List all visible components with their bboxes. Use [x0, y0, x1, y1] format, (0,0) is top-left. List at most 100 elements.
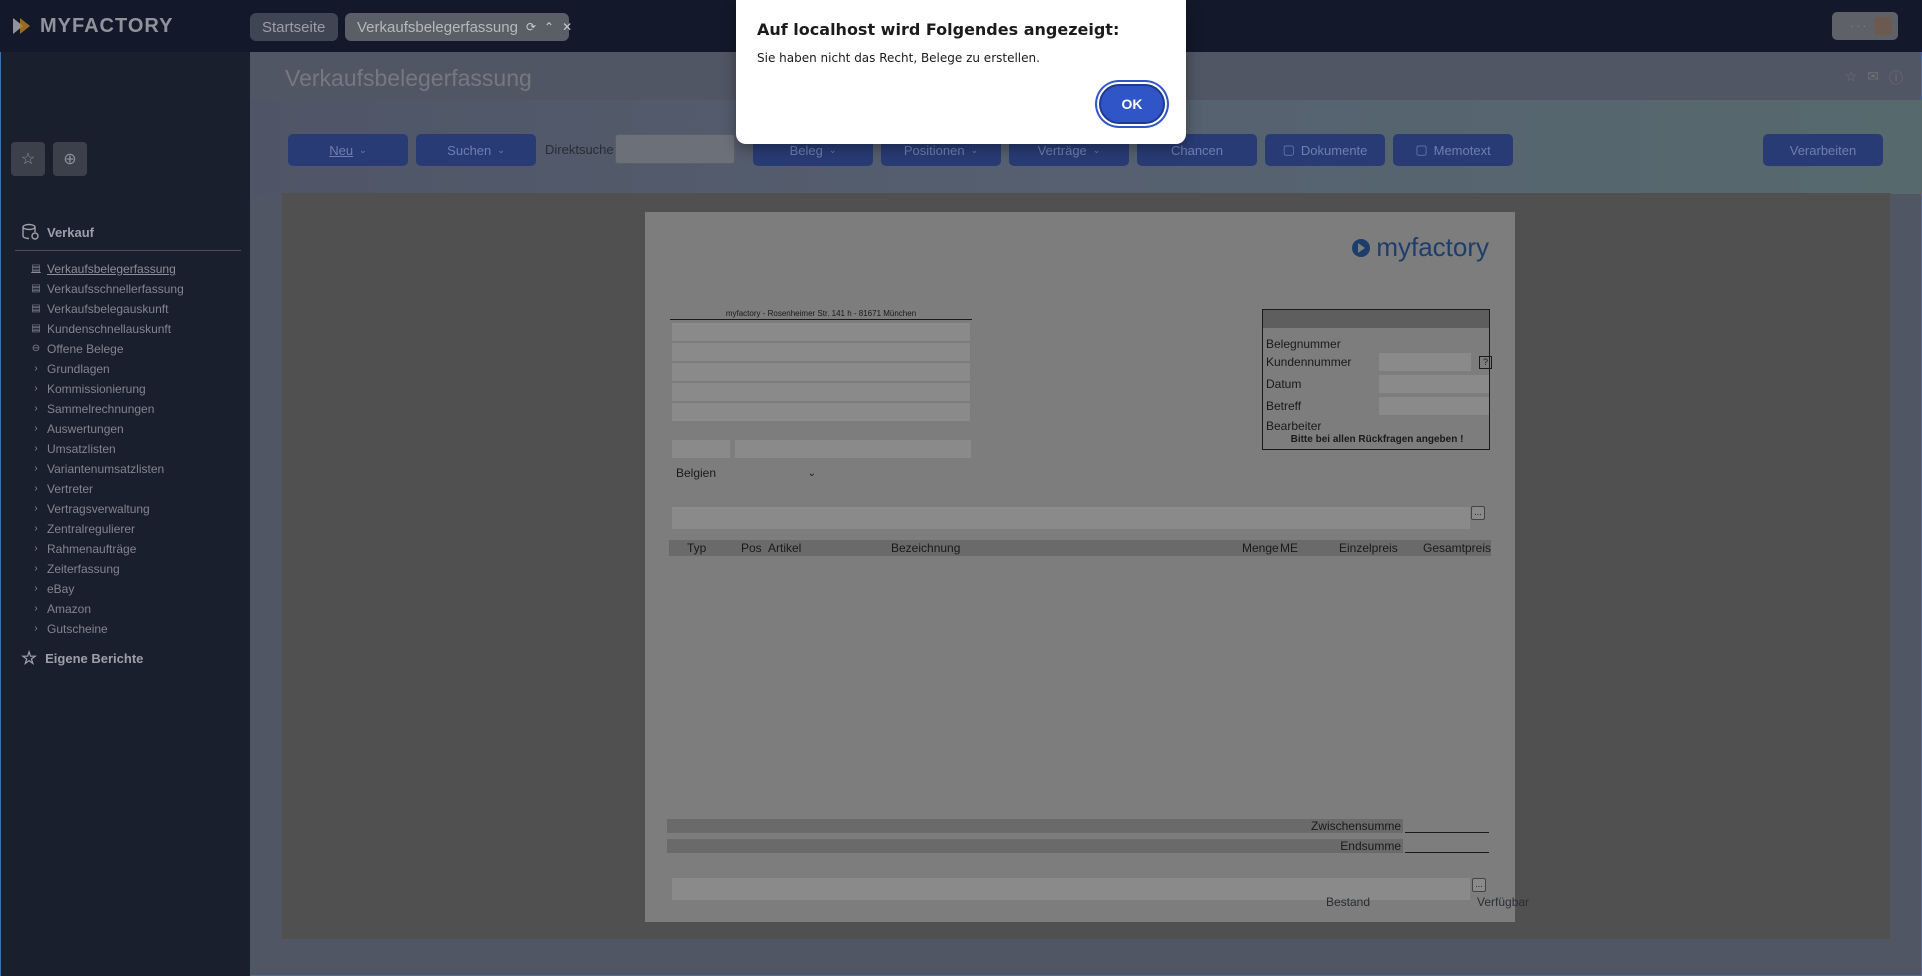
address-field-1[interactable]	[672, 323, 970, 341]
chevron-down-icon: ⌄	[828, 144, 837, 155]
header-icons: ☆ ✉ ⓘ	[1845, 68, 1903, 88]
chevron-right-icon: ›	[34, 623, 38, 634]
chevron-right-icon: ›	[34, 363, 38, 374]
direktsuche-input[interactable]	[615, 134, 735, 164]
sidebar-section-verkauf[interactable]: Verkauf	[21, 223, 94, 241]
belegnummer-label: Belegnummer	[1266, 337, 1341, 351]
button-label: Positionen	[903, 142, 965, 158]
datum-field[interactable]	[1379, 375, 1489, 393]
star-icon: ☆	[21, 648, 38, 668]
add-button[interactable]: ⊕	[53, 142, 87, 176]
col-artikel: Artikel	[768, 541, 802, 555]
suchen-button[interactable]: Suchen ⌄	[416, 134, 536, 166]
document-preview: myfactory myfactory - Rosenheimer Str. 1…	[645, 212, 1515, 922]
betreff-field[interactable]	[1379, 397, 1489, 415]
kundennummer-field[interactable]	[1379, 353, 1471, 371]
refresh-icon[interactable]: ⟳	[526, 20, 536, 34]
ort-field[interactable]	[735, 440, 971, 458]
sidebar-item-verkaufsbelegauskunft[interactable]: ▤ Verkaufsbelegauskunft	[31, 299, 184, 319]
button-label: Beleg	[789, 142, 823, 158]
address-field-3[interactable]	[672, 363, 970, 381]
sidebar-item-label: Offene Belege	[47, 342, 124, 356]
button-label: Chancen	[1170, 142, 1224, 158]
chevron-right-icon: ›	[34, 383, 38, 394]
chevron-right-icon: ›	[34, 423, 38, 434]
mail-icon[interactable]: ✉	[1867, 68, 1879, 88]
chevron-right-icon: ›	[34, 403, 38, 414]
sidebar-item-offene-belege[interactable]: ⊖ Offene Belege	[31, 339, 184, 359]
sidebar-item-verkaufsbelegerfassung[interactable]: ▤ Verkaufsbelegerfassung	[31, 259, 184, 279]
logo-mark-icon	[13, 18, 30, 34]
help-icon[interactable]: ⓘ	[1889, 68, 1903, 88]
database-icon	[22, 223, 39, 240]
sidebar-item-ebay[interactable]: › eBay	[31, 579, 184, 599]
tab-verkaufsbelegerfassung[interactable]: Verkaufsbelegerfassung ⟳ ⌃ ✕	[345, 13, 572, 41]
sidebar-item-label: Vertragsverwaltung	[47, 502, 150, 516]
sidebar-item-label: Zentralregulierer	[47, 522, 136, 536]
dokumente-button[interactable]: ▢ Dokumente	[1265, 134, 1385, 166]
bestand-label: Bestand	[1326, 895, 1371, 909]
chevron-up-icon[interactable]: ⌃	[544, 20, 554, 34]
plz-field[interactable]	[672, 440, 730, 458]
user-dots: · · ·	[1850, 20, 1866, 32]
plus-circle-icon: ⊕	[63, 151, 77, 168]
close-icon[interactable]: ✕	[562, 20, 572, 34]
memotext-button[interactable]: ▢ Memotext	[1393, 134, 1513, 166]
col-pos: Pos	[741, 541, 762, 555]
sidebar-item-zeiterfassung[interactable]: › Zeiterfassung	[31, 559, 184, 579]
tab-startseite[interactable]: Startseite	[250, 13, 338, 41]
address-field-4[interactable]	[672, 383, 970, 401]
header-text-more-button[interactable]: ...	[1471, 506, 1485, 520]
sidebar-item-gutscheine[interactable]: › Gutscheine	[31, 619, 184, 639]
neu-button[interactable]: Neu ⌄	[288, 134, 408, 166]
address-field-5[interactable]	[672, 403, 970, 421]
chevron-down-icon: ⌄	[1092, 144, 1101, 155]
address-field-2[interactable]	[672, 343, 970, 361]
sidebar-item-grundlagen[interactable]: › Grundlagen	[31, 359, 184, 379]
document-logo: myfactory	[1352, 232, 1489, 263]
star-icon[interactable]: ☆	[1845, 68, 1858, 88]
favorites-button[interactable]: ☆	[11, 142, 45, 176]
button-label: Verarbeiten	[1789, 142, 1857, 158]
col-einzelpreis: Einzelpreis	[1339, 541, 1398, 555]
col-typ: Typ	[687, 541, 707, 555]
sidebar-item-umsatzlisten[interactable]: › Umsatzlisten	[31, 439, 184, 459]
ok-button[interactable]: OK	[1099, 84, 1165, 124]
sidebar-item-kommissionierung[interactable]: › Kommissionierung	[31, 379, 184, 399]
app-logo[interactable]: MYFACTORY	[10, 12, 173, 40]
sidebar-item-auswertungen[interactable]: › Auswertungen	[31, 419, 184, 439]
chevron-right-icon: ›	[34, 563, 38, 574]
sidebar-item-vertragsverwaltung[interactable]: › Vertragsverwaltung	[31, 499, 184, 519]
sidebar-item-label: Kundenschnellauskunft	[47, 322, 172, 336]
sidebar-item-vertreter[interactable]: › Vertreter	[31, 479, 184, 499]
sidebar-section-eigene-berichte[interactable]: ☆ Eigene Berichte	[21, 648, 143, 669]
col-bezeichnung: Bezeichnung	[891, 541, 961, 555]
sidebar-item-label: Zeiterfassung	[47, 562, 120, 576]
button-label: Dokumente	[1300, 142, 1368, 158]
header-text-field[interactable]	[672, 507, 1470, 529]
sidebar-item-label: Auswertungen	[47, 422, 124, 436]
sidebar-item-variantenumsatzlisten[interactable]: › Variantenumsatzlisten	[31, 459, 184, 479]
sidebar-item-amazon[interactable]: › Amazon	[31, 599, 184, 619]
sidebar-item-label: eBay	[47, 582, 75, 596]
sidebar-item-kundenschnellauskunft[interactable]: ▤ Kundenschnellauskunft	[31, 319, 184, 339]
user-menu-button[interactable]: · · ·	[1832, 12, 1898, 40]
chevron-right-icon: ›	[34, 463, 38, 474]
chevron-down-icon: ⌄	[807, 467, 816, 479]
clipboard-icon: ▢	[1415, 142, 1428, 157]
logo-text: MYFACTORY	[40, 14, 174, 37]
sidebar: ☆ ⊕ Verkauf ▤ Verkaufsbelegerfassung ▤ Ver…	[0, 52, 250, 976]
sidebar-item-rahmenauftraege[interactable]: › Rahmenaufträge	[31, 539, 184, 559]
verarbeiten-button[interactable]: Verarbeiten	[1763, 134, 1883, 166]
sidebar-item-label: Verkaufsbelegauskunft	[47, 302, 169, 316]
footer-text-more-button[interactable]: ...	[1472, 878, 1486, 892]
sidebar-item-zentralregulierer[interactable]: › Zentralregulierer	[31, 519, 184, 539]
avatar	[1874, 17, 1892, 35]
help-icon[interactable]: ?	[1479, 356, 1492, 369]
sidebar-item-sammelrechnungen[interactable]: › Sammelrechnungen	[31, 399, 184, 419]
direktsuche-label: Direktsuche:	[545, 142, 618, 157]
info-box: Belegnummer Kundennummer ? Datum Betreff…	[1262, 309, 1492, 450]
country-select[interactable]: Belgien ⌄	[672, 463, 820, 483]
sidebar-item-verkaufsschnellerfassung[interactable]: ▤ Verkaufsschnellerfassung	[31, 279, 183, 299]
chevron-right-icon: ›	[34, 483, 38, 494]
